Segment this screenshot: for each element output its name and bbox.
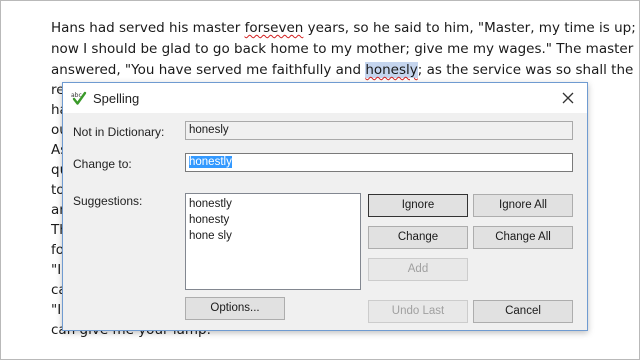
close-icon[interactable]	[559, 89, 577, 107]
options-button[interactable]: Options...	[185, 297, 285, 320]
document-line: answered, "You have served me faithfully…	[51, 61, 633, 80]
suggestion-item[interactable]: honestly	[189, 196, 357, 212]
dialog-titlebar[interactable]: abc Spelling	[63, 83, 587, 113]
document-line: now I should be glad to go back home to …	[51, 41, 634, 57]
ignore-button[interactable]: Ignore	[368, 194, 468, 217]
suggestion-item[interactable]: hone sly	[189, 228, 357, 244]
document-line-partial: "I	[51, 302, 62, 318]
current-misspelled-word[interactable]: honesly	[365, 62, 418, 78]
document-line: Hans had served his master forseven year…	[51, 19, 636, 38]
text-run: Hans had served his master	[51, 20, 245, 36]
change-button[interactable]: Change	[368, 226, 468, 249]
cancel-button[interactable]: Cancel	[473, 300, 573, 323]
change-to-selected-text: honestly	[189, 156, 232, 168]
suggestion-item[interactable]: honesty	[189, 212, 357, 228]
change-to-input[interactable]: honestly	[185, 153, 573, 172]
text-run: years, so he said to him, "Master, my ti…	[303, 20, 636, 36]
not-in-dictionary-label: Not in Dictionary:	[73, 125, 165, 139]
undo-last-button[interactable]: Undo Last	[368, 300, 468, 323]
text-run: ; as the service was so shall the	[417, 62, 634, 78]
text-run: answered, "You have served me faithfully…	[51, 62, 366, 78]
not-in-dictionary-field: honesly	[185, 121, 573, 140]
dialog-title: Spelling	[93, 91, 140, 106]
add-button[interactable]: Add	[368, 258, 468, 281]
suggestions-label: Suggestions:	[73, 194, 143, 208]
change-to-label: Change to:	[73, 157, 132, 171]
misspelled-word[interactable]: forseven	[245, 20, 304, 36]
ignore-all-button[interactable]: Ignore All	[473, 194, 573, 217]
spellcheck-icon: abc	[71, 90, 87, 106]
document-line-partial: "I	[51, 262, 62, 278]
suggestions-list[interactable]: honestly honesty hone sly	[185, 193, 361, 290]
spelling-dialog: abc Spelling Not in Dictionary: honesly …	[62, 82, 588, 331]
change-all-button[interactable]: Change All	[473, 226, 573, 249]
